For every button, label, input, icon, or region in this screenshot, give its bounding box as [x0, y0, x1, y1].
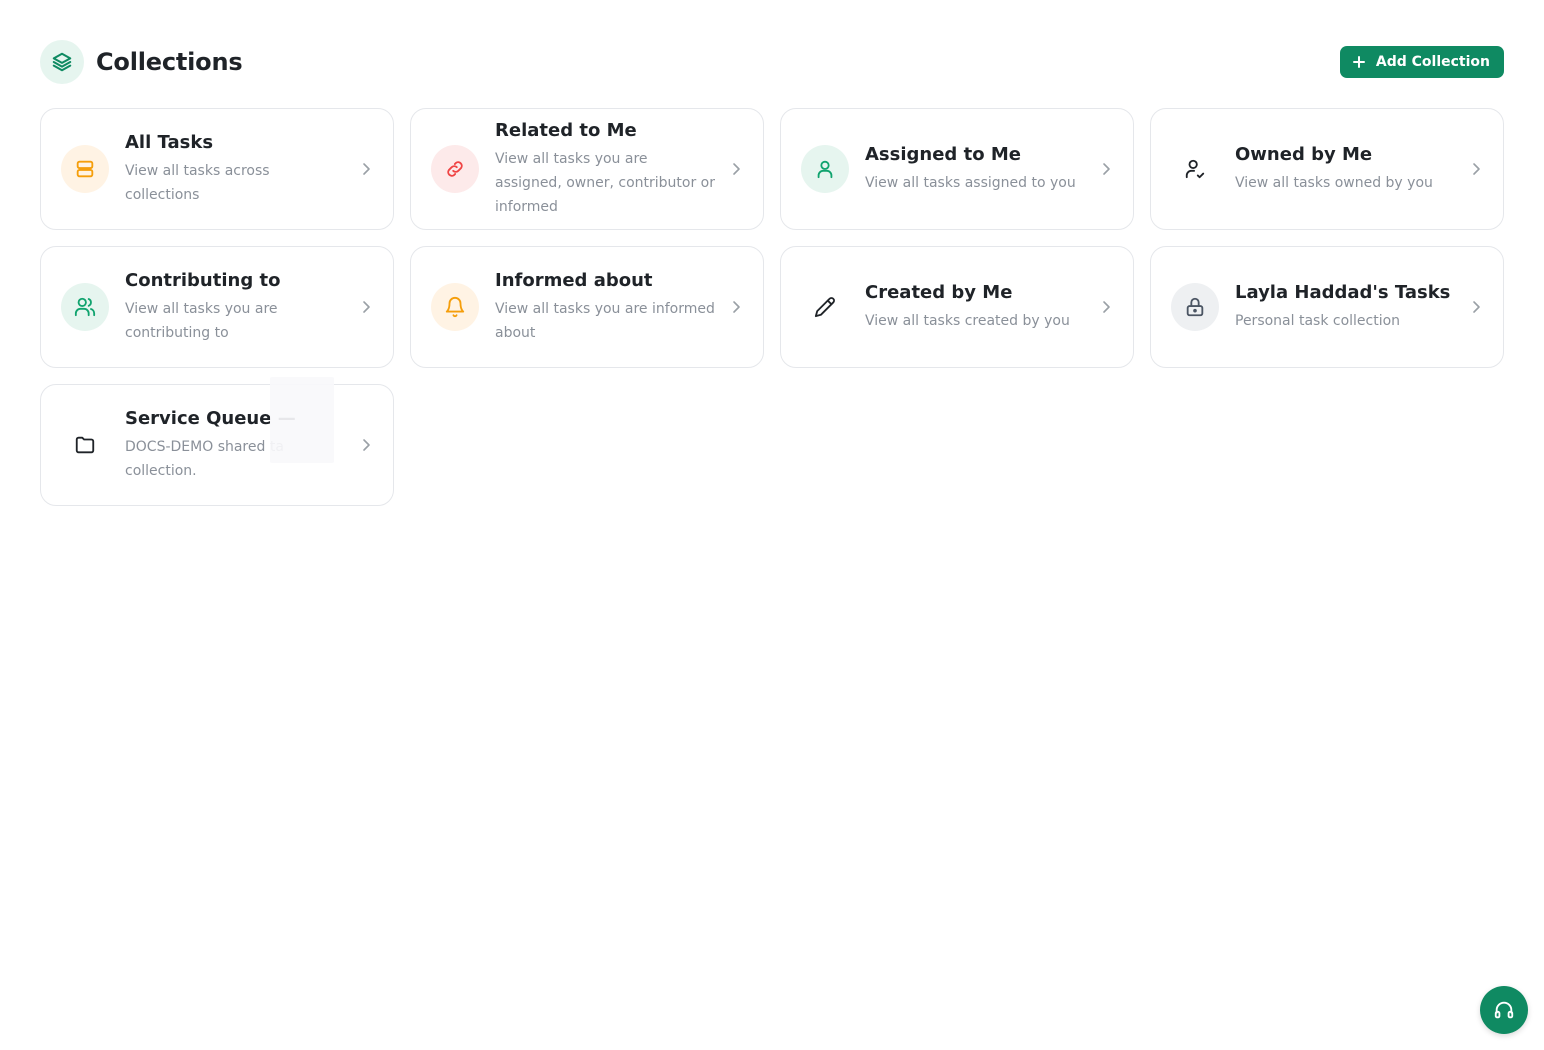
- add-collection-button[interactable]: Add Collection: [1339, 46, 1504, 78]
- chevron-right-icon: [1099, 300, 1113, 314]
- page-title: Collections: [96, 48, 243, 76]
- bell-icon: [431, 283, 479, 331]
- user-icon: [801, 145, 849, 193]
- collection-card-personal-tasks[interactable]: Layla Haddad's Tasks Personal task colle…: [1150, 246, 1504, 368]
- collection-card-informed-about[interactable]: Informed about View all tasks you are in…: [410, 246, 764, 368]
- user-check-icon: [1171, 145, 1219, 193]
- card-text: Informed about View all tasks you are in…: [495, 269, 717, 345]
- stack-icon: [61, 145, 109, 193]
- card-title: Informed about: [495, 270, 653, 291]
- plus-icon: [1352, 55, 1366, 69]
- lock-icon: [1171, 283, 1219, 331]
- pencil-icon: [801, 283, 849, 331]
- add-collection-label: Add Collection: [1375, 54, 1490, 70]
- card-description: View all tasks you are contributing to: [125, 301, 278, 341]
- card-text: Contributing to View all tasks you are c…: [125, 269, 347, 345]
- card-text: Assigned to Me View all tasks assigned t…: [865, 143, 1087, 195]
- loading-overlay: [270, 377, 334, 463]
- card-text: All Tasks View all tasks across collecti…: [125, 131, 347, 207]
- card-description: Personal task collection: [1235, 313, 1401, 329]
- card-text: Layla Haddad's Tasks Personal task colle…: [1235, 281, 1457, 333]
- chevron-right-icon: [729, 300, 743, 314]
- card-title: All Tasks: [125, 132, 214, 153]
- card-title: Layla Haddad's Tasks: [1235, 282, 1451, 303]
- folder-icon: [61, 421, 109, 469]
- header-left: Collections: [40, 40, 243, 84]
- collection-card-related-to-me[interactable]: Related to Me View all tasks you are ass…: [410, 108, 764, 230]
- card-description: View all tasks owned by you: [1235, 175, 1433, 191]
- card-text: Owned by Me View all tasks owned by you: [1235, 143, 1457, 195]
- page-header: Collections Add Collection: [40, 40, 1504, 84]
- card-description: View all tasks created by you: [865, 313, 1070, 329]
- collection-card-all-tasks[interactable]: All Tasks View all tasks across collecti…: [40, 108, 394, 230]
- card-title: Related to Me: [495, 120, 637, 141]
- card-description: View all tasks assigned to you: [865, 175, 1076, 191]
- collections-grid: All Tasks View all tasks across collecti…: [40, 108, 1504, 506]
- card-text: Created by Me View all tasks created by …: [865, 281, 1087, 333]
- collection-card-owned-by-me[interactable]: Owned by Me View all tasks owned by you: [1150, 108, 1504, 230]
- collection-card-contributing-to[interactable]: Contributing to View all tasks you are c…: [40, 246, 394, 368]
- collection-card-created-by-me[interactable]: Created by Me View all tasks created by …: [780, 246, 1134, 368]
- card-description: View all tasks across collections: [125, 163, 270, 203]
- chevron-right-icon: [359, 162, 373, 176]
- card-title: Created by Me: [865, 282, 1013, 303]
- chevron-right-icon: [1469, 162, 1483, 176]
- support-chat-button[interactable]: [1480, 986, 1528, 1034]
- collections-page: Collections Add Collection All Tasks Vie…: [0, 0, 1544, 1050]
- card-description: View all tasks you are informed about: [495, 301, 715, 341]
- link-icon: [431, 145, 479, 193]
- card-title: Assigned to Me: [865, 144, 1021, 165]
- card-title: Owned by Me: [1235, 144, 1373, 165]
- chevron-right-icon: [359, 438, 373, 452]
- chevron-right-icon: [1469, 300, 1483, 314]
- card-title: Contributing to: [125, 270, 281, 291]
- headphones-icon: [1493, 999, 1515, 1021]
- card-description: View all tasks you are assigned, owner, …: [495, 151, 715, 215]
- chevron-right-icon: [1099, 162, 1113, 176]
- chevron-right-icon: [359, 300, 373, 314]
- users-icon: [61, 283, 109, 331]
- layers-icon: [40, 40, 84, 84]
- chevron-right-icon: [729, 162, 743, 176]
- collection-card-service-queue[interactable]: Service Queue — DOCS-DEMO shared ta coll…: [40, 377, 394, 506]
- card-text: Related to Me View all tasks you are ass…: [495, 119, 717, 219]
- collection-card-assigned-to-me[interactable]: Assigned to Me View all tasks assigned t…: [780, 108, 1134, 230]
